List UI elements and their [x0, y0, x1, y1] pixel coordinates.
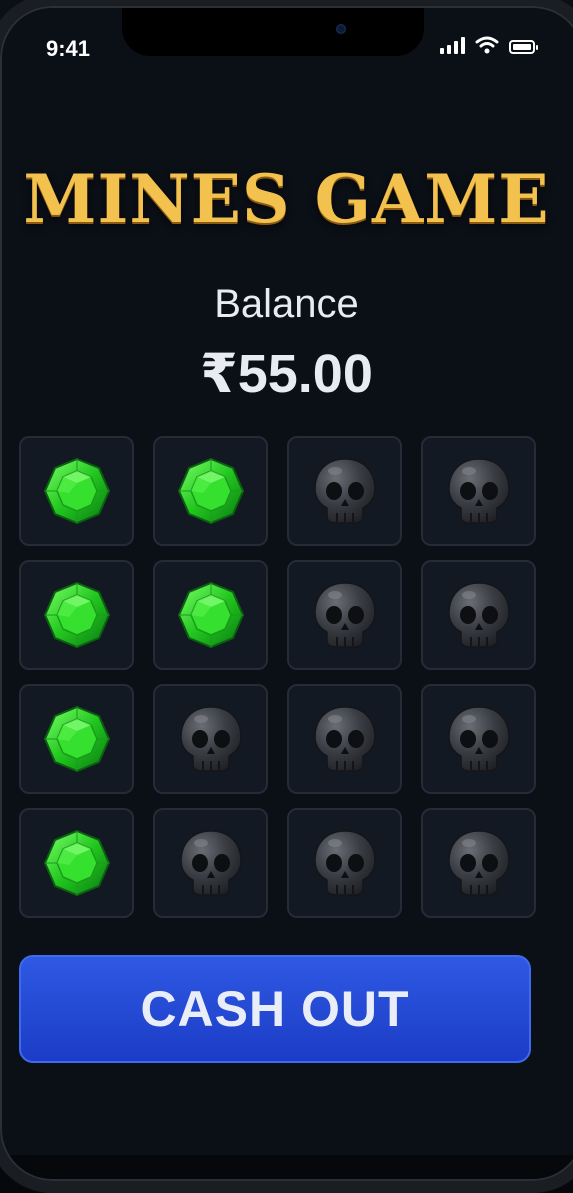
phone-screen: 9:41 MINES GAME Balance ₹55.00 CASH OUT: [0, 0, 573, 1193]
skull-icon: [447, 582, 510, 648]
tile-r2-c4[interactable]: [421, 560, 536, 670]
wifi-icon: [475, 36, 499, 54]
tile-r4-c4[interactable]: [421, 808, 536, 918]
skull-icon: [179, 830, 242, 896]
camera: [336, 24, 346, 34]
skull-icon: [313, 582, 376, 648]
balance-label: Balance: [214, 282, 359, 326]
gem-icon: [177, 581, 244, 649]
mines-board: [19, 436, 536, 918]
balance-value: ₹55.00: [200, 344, 373, 404]
tile-r2-c3[interactable]: [287, 560, 402, 670]
tile-r2-c1[interactable]: [19, 560, 134, 670]
gem-icon: [43, 829, 110, 897]
tile-r2-c2[interactable]: [153, 560, 268, 670]
tile-r3-c1[interactable]: [19, 684, 134, 794]
gem-icon: [177, 457, 244, 525]
tile-r1-c3[interactable]: [287, 436, 402, 546]
tile-r1-c2[interactable]: [153, 436, 268, 546]
battery-icon: [509, 40, 538, 54]
tile-r3-c4[interactable]: [421, 684, 536, 794]
skull-icon: [447, 706, 510, 772]
skull-icon: [447, 458, 510, 524]
skull-icon: [179, 706, 242, 772]
gem-icon: [43, 457, 110, 525]
tile-r3-c3[interactable]: [287, 684, 402, 794]
skull-icon: [447, 830, 510, 896]
gem-icon: [43, 705, 110, 773]
status-time: 9:41: [46, 36, 91, 61]
tile-r4-c1[interactable]: [19, 808, 134, 918]
skull-icon: [313, 458, 376, 524]
status-icons: [440, 36, 538, 54]
gem-icon: [43, 581, 110, 649]
tile-r1-c1[interactable]: [19, 436, 134, 546]
page-title: MINES GAME: [23, 160, 550, 238]
skull-icon: [313, 830, 376, 896]
tile-r1-c4[interactable]: [421, 436, 536, 546]
tile-r3-c2[interactable]: [153, 684, 268, 794]
tile-r4-c3[interactable]: [287, 808, 402, 918]
cash-out-button[interactable]: CASH OUT: [19, 955, 531, 1063]
tile-r4-c2[interactable]: [153, 808, 268, 918]
signal-icon: [440, 36, 465, 54]
skull-icon: [313, 706, 376, 772]
notch: [122, 0, 424, 56]
